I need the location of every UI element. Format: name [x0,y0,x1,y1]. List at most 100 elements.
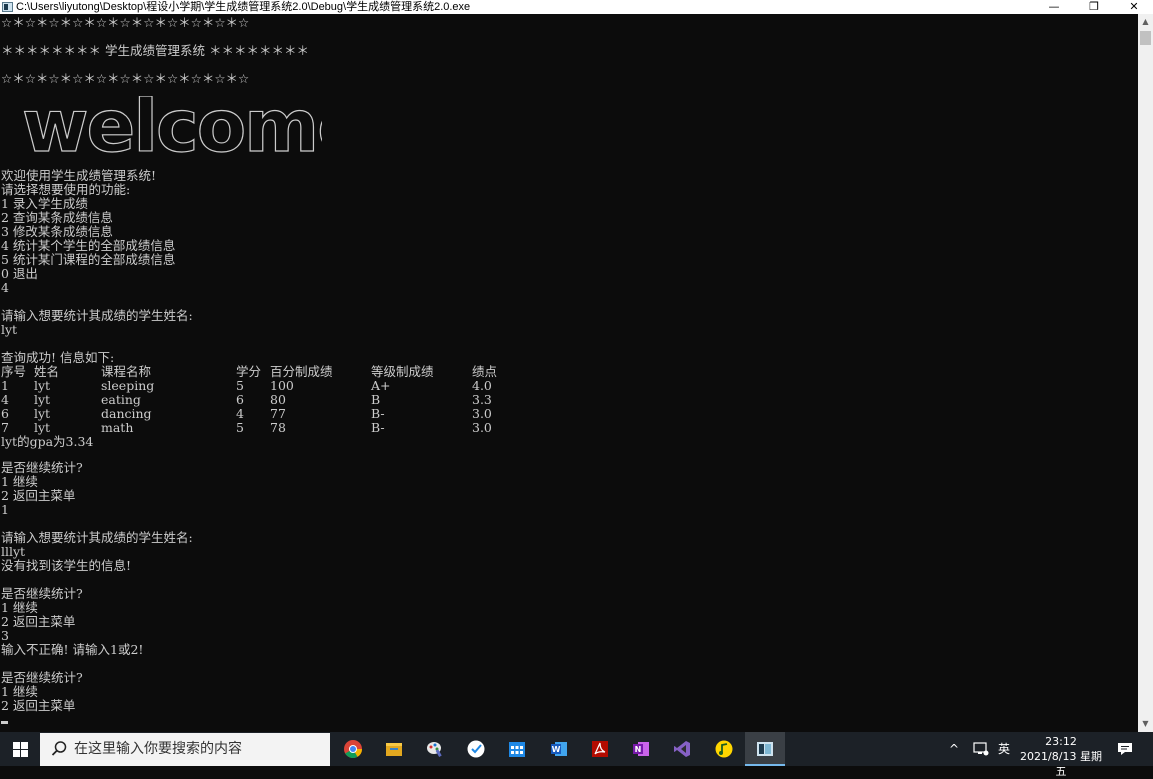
clock-time: 23:12 [1045,735,1077,748]
input-choice: 4 [1,280,9,295]
taskbar-onenote[interactable]: N [621,732,661,766]
tray-network-icon[interactable] [970,732,992,766]
paint-icon [427,742,442,757]
file-explorer-icon [386,743,402,756]
row-4-name: lyt [34,420,51,435]
onenote-icon: N [633,742,649,756]
taskbar-visual-studio[interactable] [662,732,702,766]
gpa-line: lyt的gpa为3.34 [1,434,94,449]
header-grade: 等级制成绩 [371,364,434,379]
acrobat-icon [592,741,608,757]
welcome-ascii-art: welcome! [22,96,322,158]
console-app-icon [757,742,773,756]
banner-line: ＊＊＊＊＊＊＊＊ 学生成绩管理系统 ＊＊＊＊＊＊＊＊ [1,43,309,58]
input-name-1: lyt [1,322,18,337]
header-index: 序号 [1,364,27,379]
input-continue-2: 3 [1,628,9,643]
row-3-credit: 4 [236,406,244,421]
row-1-score: 100 [270,378,294,393]
scrollbar-thumb[interactable] [1140,31,1151,45]
tasks-icon [467,740,485,758]
menu-item-0: 0 退出 [1,266,38,281]
taskbar-tasks[interactable] [456,732,496,766]
header-credit: 学分 [236,364,262,379]
welcome-art-text: welcome! [22,96,322,158]
text-cursor [1,721,8,724]
return-option-1: 2 返回主菜单 [1,488,76,503]
row-3-score: 77 [270,406,286,421]
row-3-name: lyt [34,406,51,421]
taskbar-chrome[interactable] [333,732,373,766]
row-4-gpa: 3.0 [472,420,492,435]
tray-overflow-chevron-icon[interactable]: ^ [944,732,964,766]
input-continue-1: 1 [1,502,9,517]
row-2-credit: 6 [236,392,244,407]
continue-prompt-2: 是否继续统计? [1,586,83,601]
taskbar-calendar[interactable] [497,732,537,766]
header-name: 姓名 [34,364,60,379]
continue-prompt-1: 是否继续统计? [1,460,83,475]
taskbar-clock[interactable]: 23:12 2021/8/13 星期五 [1015,734,1107,778]
window-title: C:\Users\liyutong\Desktop\程设小学期\学生成绩管理系统… [16,1,471,13]
header-score: 百分制成绩 [270,364,333,379]
console-output[interactable]: ☆＊☆＊☆＊☆＊☆＊☆＊☆＊☆＊☆＊☆＊☆ ＊＊＊＊＊＊＊＊ 学生成绩管理系统 … [0,14,1138,732]
window-title-bar[interactable]: C:\Users\liyutong\Desktop\程设小学期\学生成绩管理系统… [0,0,1153,14]
continue-prompt-3: 是否继续统计? [1,670,83,685]
network-icon [973,742,989,756]
taskbar-console-app[interactable] [745,732,785,766]
menu-item-4: 4 统计某个学生的全部成绩信息 [1,238,176,253]
prompt-name-1: 请输入想要统计其成绩的学生姓名: [1,308,193,323]
row-2-gpa: 3.3 [472,392,492,407]
word-icon: W [551,742,567,756]
scroll-up-arrow-icon[interactable]: ▲ [1138,14,1153,30]
qq-music-icon [715,740,733,758]
taskbar-word[interactable]: W [539,732,579,766]
taskbar-file-explorer[interactable] [374,732,414,766]
svg-text:W: W [552,745,561,754]
menu-item-2: 2 查询某条成绩信息 [1,210,113,225]
row-4-index: 7 [1,420,9,435]
continue-option-3: 1 继续 [1,684,38,699]
row-2-grade: B [371,392,381,407]
return-option-3: 2 返回主菜单 [1,698,76,713]
taskbar-paint[interactable] [415,732,455,766]
stars-line-top: ☆＊☆＊☆＊☆＊☆＊☆＊☆＊☆＊☆＊☆＊☆ [1,15,250,30]
invalid-input-line: 输入不正确! 请输入1或2! [1,642,144,657]
ime-indicator[interactable]: 英 [994,732,1014,766]
row-3-gpa: 3.0 [472,406,492,421]
close-button[interactable]: ✕ [1111,0,1153,14]
prompt-name-2: 请输入想要统计其成绩的学生姓名: [1,530,193,545]
row-4-score: 78 [270,420,286,435]
row-2-score: 80 [270,392,286,407]
menu-item-5: 5 统计某门课程的全部成绩信息 [1,252,176,267]
taskbar-acrobat[interactable] [580,732,620,766]
row-4-grade: B- [371,420,385,435]
menu-item-3: 3 修改某条成绩信息 [1,224,113,239]
calendar-icon [509,742,525,757]
not-found-line: 没有找到该学生的信息! [1,558,132,573]
vertical-scrollbar[interactable]: ▲ ▼ [1138,14,1153,732]
console-app-icon [2,2,13,12]
taskbar-qq-music[interactable] [704,732,744,766]
row-3-course: dancing [101,406,152,421]
intro-line: 欢迎使用学生成绩管理系统! [1,168,157,183]
row-1-index: 1 [1,378,9,393]
action-center-button[interactable] [1108,732,1142,766]
row-1-course: sleeping [101,378,155,393]
prompt-choose: 请选择想要使用的功能: [1,182,131,197]
search-placeholder: 在这里输入你要搜索的内容 [74,741,242,757]
header-course: 课程名称 [101,364,152,379]
taskbar: 在这里输入你要搜索的内容 W N ^ 英 23:12 2021/8/13 星期五 [0,732,1153,778]
return-option-2: 2 返回主菜单 [1,614,76,629]
continue-option-1: 1 继续 [1,474,38,489]
start-button[interactable] [0,732,40,766]
row-1-name: lyt [34,378,51,393]
svg-text:N: N [635,745,642,754]
row-4-credit: 5 [236,420,244,435]
row-3-grade: B- [371,406,385,421]
scroll-down-arrow-icon[interactable]: ▼ [1138,716,1153,732]
row-2-index: 4 [1,392,9,407]
taskbar-search-box[interactable]: 在这里输入你要搜索的内容 [40,733,330,766]
continue-option-2: 1 继续 [1,600,38,615]
row-4-course: math [101,420,134,435]
